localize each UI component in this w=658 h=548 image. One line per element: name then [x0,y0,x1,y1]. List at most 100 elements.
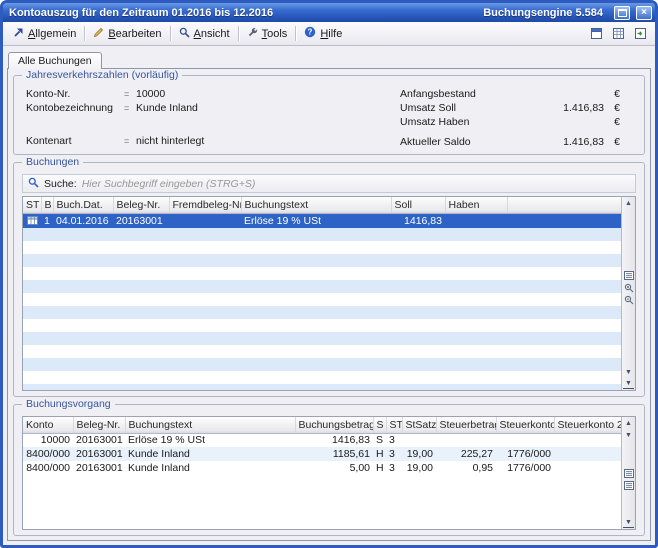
group-legend: Jahresverkehrszahlen (vorläufig) [22,69,182,82]
export-icon[interactable] [632,25,649,42]
cell-belegnr: 20163001 [73,447,125,461]
table-row[interactable]: 8400/000 20163001 Kunde Inland 1185,61 H… [23,447,621,461]
scroll-down-icon[interactable]: ▼ [623,430,634,440]
jahresverkehrszahlen-group: Jahresverkehrszahlen (vorläufig) Konto-N… [13,75,645,155]
tab-alle-buchungen[interactable]: Alle Buchungen [8,52,102,69]
table-row[interactable]: 8400/000 20163001 Kunde Inland 5,00 H 3 … [23,461,621,475]
column-header-steuerkonto2[interactable]: Steuerkonto 2 [554,417,621,433]
application-window: Kontoauszug für den Zeitraum 01.2016 bis… [0,0,658,548]
column-header-fremdbelegnr[interactable]: Fremdbeleg-Nr. [169,197,241,213]
column-header-st[interactable]: ST [23,197,41,213]
column-header-buchungsbetrag[interactable]: Buchungsbetrag [295,417,373,433]
search-bar: Suche: [22,174,636,193]
column-header-s[interactable]: S [373,417,386,433]
buchungsvorgang-table-area: Konto Beleg-Nr. Buchungstext Buchungsbet… [22,416,636,530]
search-label: Suche: [44,178,77,190]
menu-allgemein[interactable]: Allgemein [7,24,82,44]
buchungen-nav-strip: ▲ ▼ ▼ [621,197,635,390]
document-icon[interactable] [588,25,605,42]
cell-stsatz: 19,00 [402,461,436,475]
toolbar-separator [170,26,171,41]
grid-icon[interactable] [610,25,627,42]
summary-label: Anfangsbestand [400,88,524,100]
equals-icon: = [124,103,136,113]
list-icon[interactable] [623,468,634,478]
cell-steuerkonto2 [554,447,621,461]
column-header-soll[interactable]: Soll [391,197,445,213]
column-header-st[interactable]: ST [386,417,402,433]
empty-area [23,475,621,529]
table-row[interactable]: 10000 20163001 Erlöse 19 % USt 1416,83 S… [23,433,621,447]
zoom-in-icon[interactable] [623,283,634,293]
cell-konto: 10000 [23,433,73,447]
scroll-up-icon[interactable]: ▲ [623,418,634,428]
cell-b: 1 [41,213,53,228]
summary-row: Aktueller Saldo 1.416,83 € [400,135,620,149]
currency-label: € [604,116,620,128]
currency-label: € [604,136,620,148]
buchungen-group: Buchungen Suche: ST [13,162,645,397]
cell-buchungstext: Kunde Inland [125,447,295,461]
empty-rows-area [23,228,621,391]
list-icon[interactable] [623,480,634,490]
cell-buchungsbetrag: 1416,83 [295,433,373,447]
column-header-haben[interactable]: Haben [445,197,507,213]
toolbar-right-icons [588,25,651,42]
arrow-ne-icon [13,27,24,41]
group-legend: Buchungen [22,156,83,169]
column-header-belegnr[interactable]: Beleg-Nr. [113,197,169,213]
column-header-stsatz[interactable]: StSatz [402,417,436,433]
buchungsvorgang-group: Buchungsvorgang Konto Beleg-Nr. [13,404,645,536]
search-input[interactable] [82,177,630,191]
scroll-last-icon[interactable]: ▼ [623,518,634,528]
scroll-down-icon[interactable]: ▼ [623,367,634,377]
pencil-icon [93,27,104,41]
cell-konto: 8400/000 [23,461,73,475]
cell-fremdbelegnr [169,213,241,228]
buchungsvorgang-nav-strip: ▲ ▼ ▼ [621,417,635,529]
title-bar[interactable]: Kontoauszug für den Zeitraum 01.2016 bis… [3,3,655,22]
menu-bearbeiten[interactable]: Bearbeiten [87,24,167,44]
field-label: Kontobezeichnung [26,102,124,114]
cell-st: 3 [386,461,402,475]
field-row: Konto-Nr. = 10000 [26,87,400,101]
maximize-button[interactable] [614,6,630,20]
scroll-last-icon[interactable]: ▼ [623,379,634,389]
cell-buchungstext: Erlöse 19 % USt [125,433,295,447]
column-header-belegnr[interactable]: Beleg-Nr. [73,417,125,433]
summary-label: Umsatz Haben [400,116,524,128]
search-icon [28,177,39,191]
scroll-up-icon[interactable]: ▲ [623,198,634,208]
column-header-buchungstext[interactable]: Buchungstext [241,197,391,213]
menu-label: Bearbeiten [108,28,161,40]
cell-haben [445,213,507,228]
menu-label: Ansicht [194,28,230,40]
column-header-konto[interactable]: Konto [23,417,73,433]
close-button[interactable]: × [636,6,652,20]
tab-page: Jahresverkehrszahlen (vorläufig) Konto-N… [7,68,651,541]
column-header-buchungstext[interactable]: Buchungstext [125,417,295,433]
toolbar-separator [238,26,239,41]
menu-hilfe[interactable]: ? Hilfe [298,23,348,44]
list-icon[interactable] [623,271,634,281]
field-value: 10000 [136,88,165,100]
toolbar-separator [295,26,296,41]
menu-ansicht[interactable]: Ansicht [173,24,236,44]
column-header-steuerkonto1[interactable]: Steuerkonto 1 [496,417,554,433]
cell-steuerkonto2 [554,461,621,475]
magnifier-icon [179,27,190,41]
cell-s: S [373,433,386,447]
toolbar: Allgemein Bearbeiten Ansicht Tools ? Hil… [3,22,655,46]
buchungen-table: ST B Buch.Dat. Beleg-Nr. Fremdbeleg-Nr. … [23,197,621,228]
column-header-buchdat[interactable]: Buch.Dat. [53,197,113,213]
column-header-steuerbetrag[interactable]: Steuerbetrag [436,417,496,433]
cell-empty [507,213,621,228]
table-row[interactable]: 1 04.01.2016 20163001 Erlöse 19 % USt 14… [23,213,621,228]
menu-label: Hilfe [320,28,342,40]
cell-stsatz: 19,00 [402,447,436,461]
summary-label: Umsatz Soll [400,102,524,114]
summary-value: 1.416,83 [524,102,604,114]
menu-tools[interactable]: Tools [241,24,294,44]
zoom-out-icon[interactable] [623,295,634,305]
column-header-b[interactable]: B [41,197,53,213]
